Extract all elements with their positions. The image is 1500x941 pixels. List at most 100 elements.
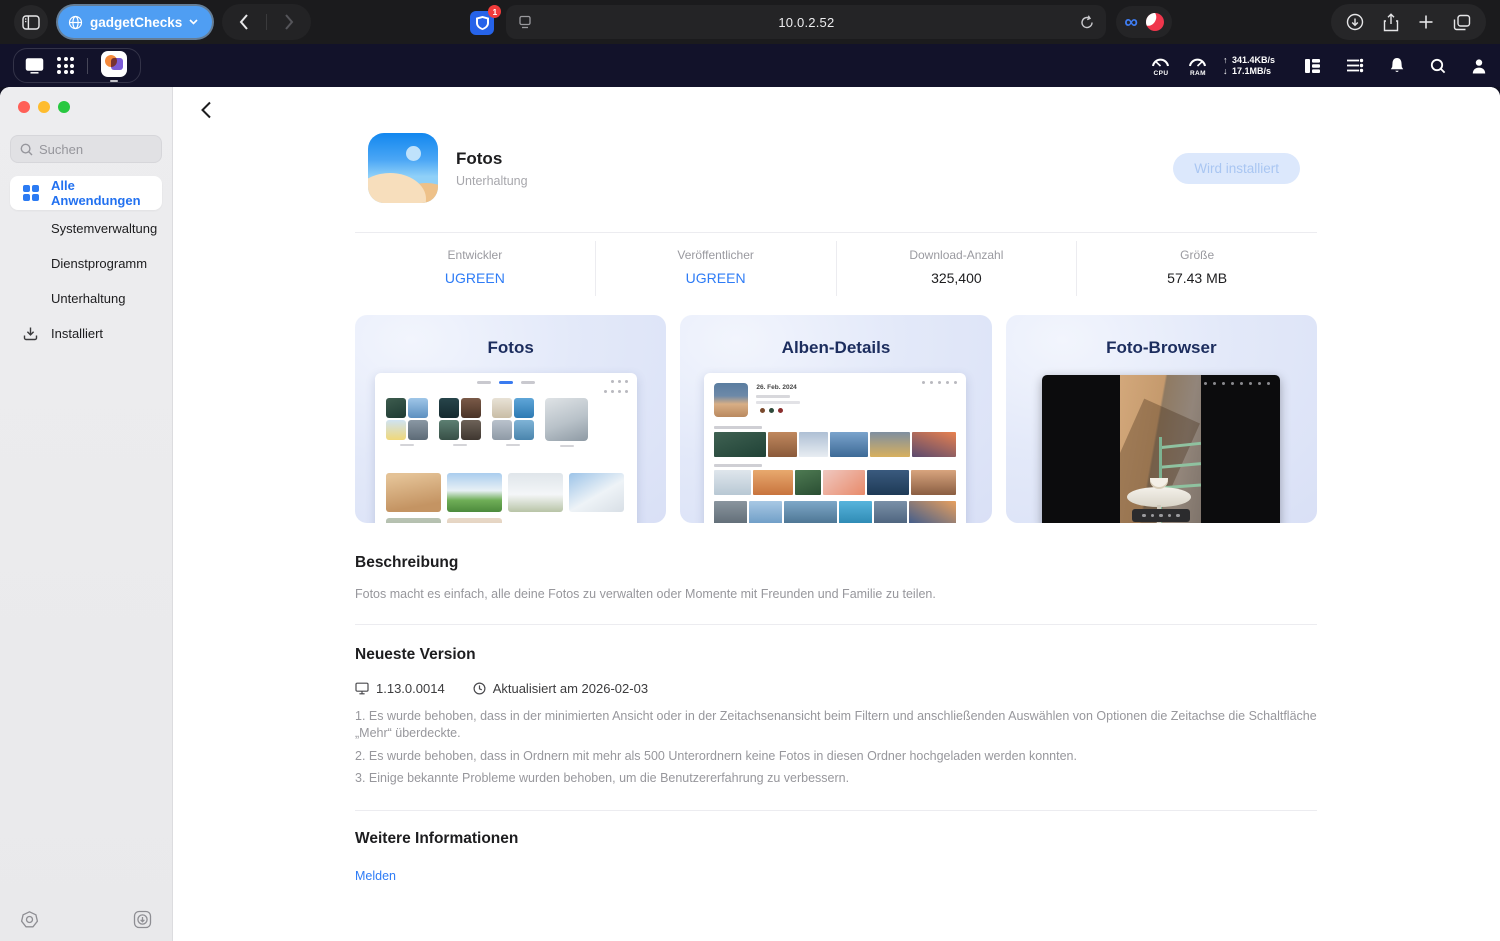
screenshot-image xyxy=(1042,375,1280,523)
changelog: 1. Es wurde behoben, dass in der minimie… xyxy=(355,708,1317,787)
developer-link[interactable]: UGREEN xyxy=(355,270,595,286)
reader-icon xyxy=(518,15,532,29)
screenshot-image xyxy=(375,373,637,523)
screenshot-title: Foto-Browser xyxy=(1006,338,1317,358)
app-name: Fotos xyxy=(456,149,528,169)
browser-nav-group xyxy=(222,4,311,40)
globe-icon xyxy=(68,15,83,30)
screenshot-card-fotos[interactable]: Fotos xyxy=(355,315,666,523)
version-meta-row: 1.13.0.0014 Aktualisiert am 2026-02-03 xyxy=(355,681,1317,696)
user-icon[interactable] xyxy=(1471,58,1487,74)
install-tray-icon xyxy=(22,325,39,342)
app-header: Fotos Unterhaltung Wird installiert xyxy=(355,133,1317,203)
app-stats-row: Entwickler UGREEN Veröffentlicher UGREEN… xyxy=(355,241,1317,296)
sidebar-item-label: Unterhaltung xyxy=(51,291,125,306)
sidebar-item-installiert[interactable]: Installiert xyxy=(10,316,162,350)
sidebar-item-alle-anwendungen[interactable]: Alle Anwendungen xyxy=(10,176,162,210)
new-tab-icon[interactable] xyxy=(1418,14,1434,30)
description-text: Fotos macht es einfach, alle deine Fotos… xyxy=(355,587,1317,601)
sidebar: Suchen Alle Anwendungen Systemverwaltung… xyxy=(0,87,173,941)
sidebar-item-label: Alle Anwendungen xyxy=(51,178,162,208)
install-status-button[interactable]: Wird installiert xyxy=(1173,153,1300,184)
notifications-bell-icon[interactable] xyxy=(1389,57,1405,74)
url-bar[interactable]: 10.0.2.52 xyxy=(506,5,1106,39)
tab-overview-icon[interactable] xyxy=(1453,14,1471,31)
close-window-icon[interactable] xyxy=(18,101,30,113)
version-heading: Neueste Version xyxy=(355,646,1317,664)
desktop-icon[interactable] xyxy=(25,57,44,74)
sidebar-item-label: Dienstprogramm xyxy=(51,256,147,271)
description-heading: Beschreibung xyxy=(355,554,1317,572)
back-chevron-button[interactable] xyxy=(193,97,219,123)
stat-groesse: Größe 57.43 MB xyxy=(1077,241,1317,296)
maximize-window-icon[interactable] xyxy=(58,101,70,113)
stat-downloads: Download-Anzahl 325,400 xyxy=(837,241,1078,296)
window-controls xyxy=(0,87,172,113)
changelog-item: 1. Es wurde behoben, dass in der minimie… xyxy=(355,708,1317,742)
browser-chrome: gadgetChecks 1 10.0.2.52 ∞ xyxy=(0,0,1500,44)
chevron-down-icon xyxy=(189,19,198,25)
settings-gear-icon[interactable] xyxy=(20,910,39,929)
upload-arrow-icon: ↑ xyxy=(1223,55,1232,66)
app-category: Unterhaltung xyxy=(456,174,528,188)
refresh-icon[interactable] xyxy=(1080,15,1094,30)
widgets-icon[interactable] xyxy=(1304,58,1321,74)
screenshot-title: Alben-Details xyxy=(680,338,991,358)
upload-speed: 341.4KB/s xyxy=(1232,55,1275,65)
fotos-app-icon xyxy=(368,133,438,203)
divider xyxy=(355,232,1317,233)
downloads-icon[interactable] xyxy=(1346,13,1364,31)
stat-entwickler: Entwickler UGREEN xyxy=(355,241,596,296)
report-link[interactable]: Melden xyxy=(355,869,396,883)
app-grid-icon[interactable] xyxy=(57,57,74,74)
app-detail-content: Fotos Unterhaltung Wird installiert Entw… xyxy=(173,87,1500,941)
publisher-link[interactable]: UGREEN xyxy=(596,270,836,286)
changelog-item: 2. Es wurde behoben, dass in Ordnern mit… xyxy=(355,748,1317,765)
cpu-gauge[interactable]: CPU xyxy=(1149,54,1173,77)
shield-extension-icon[interactable]: 1 xyxy=(470,9,496,35)
system-taskbar: CPU RAM ↑341.4KB/s ↓17.1MB/s xyxy=(0,44,1500,87)
dock xyxy=(13,48,141,83)
sidebar-item-systemverwaltung[interactable]: Systemverwaltung xyxy=(10,211,162,245)
ram-gauge[interactable]: RAM xyxy=(1186,54,1210,77)
all-apps-grid-icon xyxy=(22,185,39,202)
share-icon[interactable] xyxy=(1383,13,1399,32)
screenshot-title: Fotos xyxy=(355,338,666,358)
changelog-item: 3. Einige bekannte Probleme wurden behob… xyxy=(355,770,1317,787)
sidebar-item-label: Installiert xyxy=(51,326,103,341)
sidebar-item-dienstprogramm[interactable]: Dienstprogramm xyxy=(10,246,162,280)
screenshot-gallery: Fotos xyxy=(355,315,1317,523)
browser-active-tab[interactable]: gadgetChecks xyxy=(58,6,212,38)
infinity-extension-icon[interactable]: ∞ xyxy=(1124,13,1138,32)
updated-date: Aktualisiert am 2026-02-03 xyxy=(493,681,648,696)
cpu-label: CPU xyxy=(1149,70,1173,77)
back-button[interactable] xyxy=(222,4,266,40)
divider xyxy=(355,624,1317,625)
system-tray: CPU RAM ↑341.4KB/s ↓17.1MB/s xyxy=(1149,54,1487,77)
download-arrow-icon: ↓ xyxy=(1223,66,1232,77)
red-extension-icon[interactable] xyxy=(1146,13,1164,31)
divider xyxy=(355,810,1317,811)
album-date-label: 26. Feb. 2024 xyxy=(756,384,796,391)
stat-veroeffentlicher: Veröffentlicher UGREEN xyxy=(596,241,837,296)
download-speed: 17.1MB/s xyxy=(1232,66,1271,76)
app-center-window: Suchen Alle Anwendungen Systemverwaltung… xyxy=(0,87,1500,941)
sidebar-item-label: Systemverwaltung xyxy=(51,221,157,236)
forward-button[interactable] xyxy=(267,4,311,40)
search-placeholder: Suchen xyxy=(39,142,83,157)
screenshot-card-alben-details[interactable]: Alben-Details 26. Feb. 2024 xyxy=(680,315,991,523)
app-center-dock-icon[interactable] xyxy=(101,51,129,81)
search-input[interactable]: Suchen xyxy=(10,135,162,163)
browser-sidebar-toggle-icon[interactable] xyxy=(14,5,48,39)
tab-label: gadgetChecks xyxy=(90,15,182,30)
minimize-window-icon[interactable] xyxy=(38,101,50,113)
updates-icon[interactable] xyxy=(133,910,152,929)
sidebar-item-unterhaltung[interactable]: Unterhaltung xyxy=(10,281,162,315)
extensions-group: ∞ xyxy=(1116,6,1172,38)
dock-divider xyxy=(87,58,88,74)
task-queue-icon[interactable] xyxy=(1346,58,1364,73)
screenshot-card-foto-browser[interactable]: Foto-Browser xyxy=(1006,315,1317,523)
search-icon[interactable] xyxy=(1430,58,1446,74)
version-number: 1.13.0.0014 xyxy=(376,681,445,696)
updated-clock-icon xyxy=(473,682,486,695)
